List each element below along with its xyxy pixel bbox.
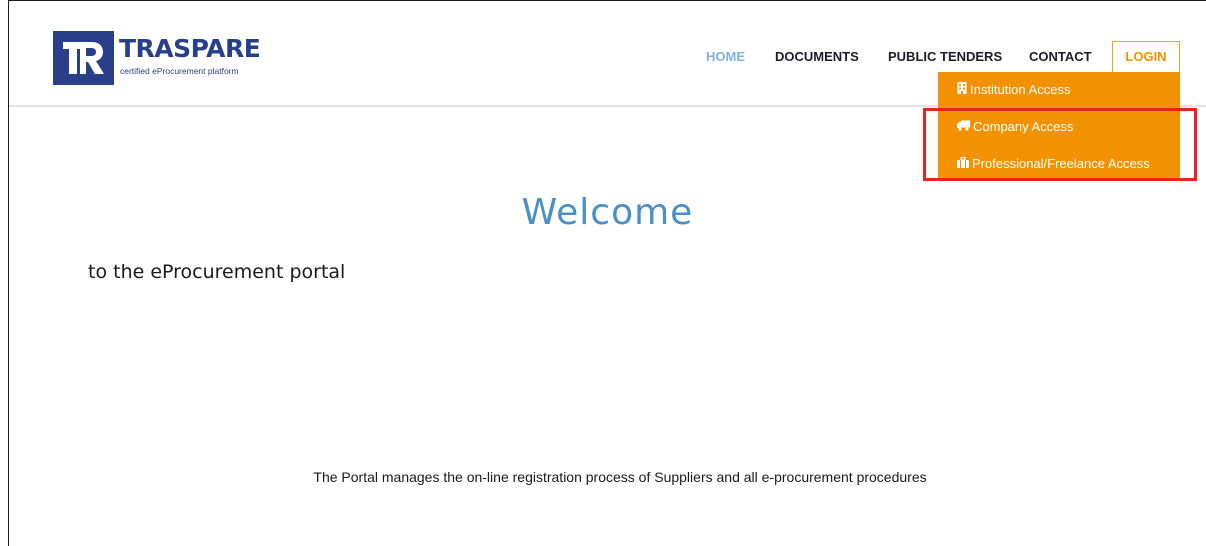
menu-item-institution-access[interactable]: Institution Access: [957, 80, 1070, 100]
nav-contact[interactable]: CONTACT: [1029, 49, 1092, 64]
menu-item-label: Institution Access: [970, 82, 1071, 97]
welcome-heading: Welcome: [521, 192, 694, 233]
welcome-subtitle: to the eProcurement portal: [88, 261, 346, 283]
building-icon: [957, 80, 967, 100]
portal-description: The Portal manages the on-line registrat…: [313, 469, 927, 485]
logo-icon[interactable]: [53, 31, 114, 85]
nav-documents[interactable]: DOCUMENTS: [775, 49, 859, 64]
nav-home[interactable]: HOME: [706, 49, 745, 64]
page-frame: TRASPARE certified eProcurement platform…: [8, 0, 1206, 546]
highlight-annotation-box: [923, 108, 1197, 181]
nav-public-tenders[interactable]: PUBLIC TENDERS: [888, 49, 1002, 64]
brand-tagline: certified eProcurement platform: [120, 66, 239, 76]
login-button[interactable]: LOGIN: [1112, 41, 1180, 73]
brand-name[interactable]: TRASPARE: [119, 35, 261, 63]
